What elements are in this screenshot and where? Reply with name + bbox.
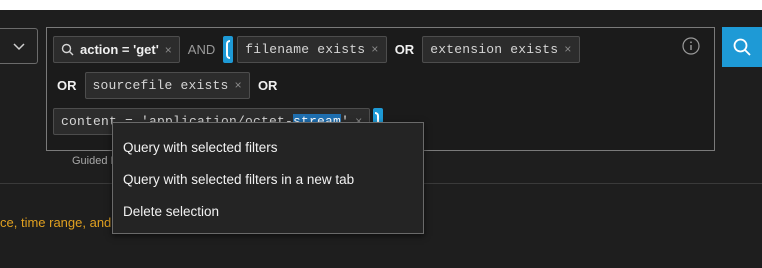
query-row-2: OR sourcefile exists × OR	[57, 72, 277, 99]
menu-item-query-selected[interactable]: Query with selected filters	[113, 132, 423, 164]
operator-or[interactable]: OR	[395, 42, 415, 57]
open-paren-selected[interactable]	[223, 36, 234, 63]
query-type-dropdown[interactable]	[0, 28, 38, 64]
top-strip	[0, 0, 762, 10]
menu-item-delete-selection[interactable]: Delete selection	[113, 196, 423, 228]
search-button[interactable]	[722, 27, 762, 67]
menu-item-query-selected-new-tab[interactable]: Query with selected filters in a new tab	[113, 164, 423, 196]
operator-and[interactable]: AND	[188, 42, 215, 57]
filter-pill-label: filename exists	[245, 42, 366, 57]
query-row-1: action = 'get' × AND filename exists × O…	[53, 36, 580, 63]
filter-pill-label: extension exists	[430, 42, 559, 57]
filter-pill-label: action = 'get'	[80, 42, 159, 57]
remove-filter-icon[interactable]: ×	[235, 79, 242, 93]
search-icon	[61, 43, 74, 56]
chevron-down-icon	[12, 43, 25, 51]
context-menu: Query with selected filters Query with s…	[112, 122, 424, 234]
search-icon	[733, 38, 751, 56]
filter-pill-sourcefile[interactable]: sourcefile exists ×	[84, 72, 250, 99]
filter-pill-action[interactable]: action = 'get' ×	[53, 36, 180, 63]
remove-filter-icon[interactable]: ×	[165, 43, 172, 57]
filter-pill-filename[interactable]: filename exists ×	[237, 36, 387, 63]
operator-or[interactable]: OR	[57, 78, 77, 93]
filter-pill-extension[interactable]: extension exists ×	[422, 36, 580, 63]
remove-filter-icon[interactable]: ×	[564, 43, 571, 57]
info-icon[interactable]	[682, 37, 700, 55]
filter-pill-label: sourcefile exists	[92, 78, 229, 93]
operator-or[interactable]: OR	[258, 78, 278, 93]
remove-filter-icon[interactable]: ×	[371, 43, 378, 57]
